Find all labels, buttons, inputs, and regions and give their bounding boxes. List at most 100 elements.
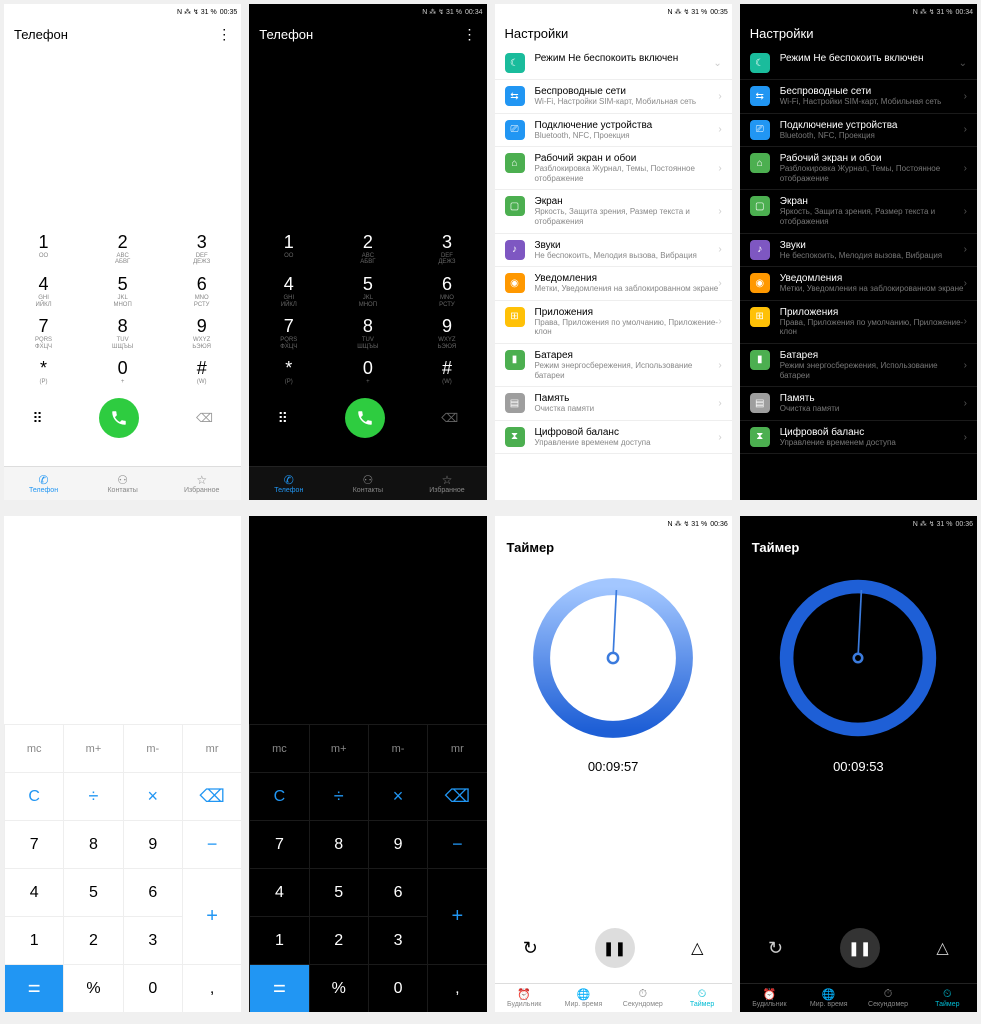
setting-row[interactable]: ⇆Беспроводные сетиWi-Fi, Настройки SIM-к… xyxy=(495,80,732,114)
tab-Будильник[interactable]: ⏰Будильник xyxy=(495,984,554,1012)
pause-button[interactable]: ❚❚ xyxy=(595,928,635,968)
key-1[interactable]: 1OO xyxy=(4,228,83,270)
tab-Контакты[interactable]: ⚇Контакты xyxy=(328,467,407,500)
calc-key-9[interactable]: 9 xyxy=(123,820,182,868)
calc-mr[interactable]: mr xyxy=(182,724,241,772)
calc-mr[interactable]: mr xyxy=(427,724,486,772)
calc-key-%[interactable]: % xyxy=(309,964,368,1012)
calc-key-+[interactable]: + xyxy=(427,868,486,964)
calc-key-0[interactable]: 0 xyxy=(123,964,182,1012)
calc-mc[interactable]: mc xyxy=(4,724,63,772)
tab-Мир. время[interactable]: 🌐Мир. время xyxy=(554,984,613,1012)
calc-key-9[interactable]: 9 xyxy=(368,820,427,868)
setting-row[interactable]: ⌂Рабочий экран и обоиРазблокировка Журна… xyxy=(495,147,732,190)
key-6[interactable]: 6MNOРСТУ xyxy=(162,270,241,312)
calc-key-3[interactable]: 3 xyxy=(368,916,427,964)
timer-dial[interactable] xyxy=(773,573,943,743)
key-#[interactable]: #(W) xyxy=(162,354,241,390)
calc-key-5[interactable]: 5 xyxy=(63,868,122,916)
call-button[interactable] xyxy=(345,398,385,438)
tab-Секундомер[interactable]: ⏱Секундомер xyxy=(858,984,917,1012)
backspace-icon[interactable]: ⌫ xyxy=(196,411,213,425)
calc-key-,[interactable]: , xyxy=(427,964,486,1012)
pause-button[interactable]: ❚❚ xyxy=(840,928,880,968)
tab-Избранное[interactable]: ☆Избранное xyxy=(407,467,486,500)
setting-row[interactable]: ▤ПамятьОчистка памяти› xyxy=(495,387,732,421)
key-1[interactable]: 1OO xyxy=(249,228,328,270)
menu-icon[interactable]: ⋮ xyxy=(463,26,477,43)
setting-row[interactable]: ⇆Беспроводные сетиWi-Fi, Настройки SIM-к… xyxy=(740,80,977,114)
calc-key-backspace[interactable]: ⌫ xyxy=(182,772,241,820)
key-3[interactable]: 3DEFДЕЖЗ xyxy=(162,228,241,270)
calc-key-2[interactable]: 2 xyxy=(309,916,368,964)
key-8[interactable]: 8TUVШЩЪЫ xyxy=(328,312,407,354)
tab-Телефон[interactable]: ✆Телефон xyxy=(249,467,328,500)
key-4[interactable]: 4GHIИЙКЛ xyxy=(4,270,83,312)
calc-key-4[interactable]: 4 xyxy=(249,868,308,916)
calc-key-2[interactable]: 2 xyxy=(63,916,122,964)
setting-row[interactable]: ⧗Цифровой балансУправление временем дост… xyxy=(740,421,977,455)
calc-key-5[interactable]: 5 xyxy=(309,868,368,916)
calc-key-÷[interactable]: ÷ xyxy=(63,772,122,820)
calc-m+[interactable]: m+ xyxy=(309,724,368,772)
key-*[interactable]: *(P) xyxy=(249,354,328,390)
calc-key-−[interactable]: − xyxy=(427,820,486,868)
calc-key-7[interactable]: 7 xyxy=(249,820,308,868)
tab-Таймер[interactable]: ⏲Таймер xyxy=(918,984,977,1012)
calc-key-0[interactable]: 0 xyxy=(368,964,427,1012)
setting-row[interactable]: ▢ЭкранЯркость, Защита зрения, Размер тек… xyxy=(495,190,732,233)
calc-key-4[interactable]: 4 xyxy=(4,868,63,916)
tab-Будильник[interactable]: ⏰Будильник xyxy=(740,984,799,1012)
menu-icon[interactable]: ⋮ xyxy=(217,26,231,43)
reset-button[interactable]: ↻ xyxy=(768,938,783,959)
setting-row[interactable]: ♪ЗвукиНе беспокоить, Мелодия вызова, Виб… xyxy=(495,234,732,268)
setting-row[interactable]: ⎚Подключение устройстваBluetooth, NFC, П… xyxy=(740,114,977,148)
alert-button[interactable]: △ xyxy=(691,938,703,958)
calc-key-8[interactable]: 8 xyxy=(63,820,122,868)
calc-key-6[interactable]: 6 xyxy=(123,868,182,916)
dnd-row[interactable]: ☾ Режим Не беспокоить включен ⌄ xyxy=(495,47,732,80)
setting-row[interactable]: ◉УведомленияМетки, Уведомления на заблок… xyxy=(495,267,732,301)
calc-key-+[interactable]: + xyxy=(182,868,241,964)
calc-key-C[interactable]: C xyxy=(249,772,308,820)
calc-m-[interactable]: m- xyxy=(368,724,427,772)
dialpad-hide-icon[interactable]: ⠿ xyxy=(278,410,288,427)
setting-row[interactable]: ⌂Рабочий экран и обоиРазблокировка Журна… xyxy=(740,147,977,190)
setting-row[interactable]: ⎚Подключение устройстваBluetooth, NFC, П… xyxy=(495,114,732,148)
calc-key-8[interactable]: 8 xyxy=(309,820,368,868)
dialpad-hide-icon[interactable]: ⠿ xyxy=(32,410,42,427)
calc-key-=[interactable]: = xyxy=(249,964,308,1012)
calc-key-−[interactable]: − xyxy=(182,820,241,868)
key-5[interactable]: 5JKLМНОП xyxy=(83,270,162,312)
key-5[interactable]: 5JKLМНОП xyxy=(328,270,407,312)
dnd-row[interactable]: ☾ Режим Не беспокоить включен ⌄ xyxy=(740,47,977,80)
key-#[interactable]: #(W) xyxy=(407,354,486,390)
key-9[interactable]: 9WXYZЬЭЮЯ xyxy=(407,312,486,354)
calc-key-3[interactable]: 3 xyxy=(123,916,182,964)
tab-Избранное[interactable]: ☆Избранное xyxy=(162,467,241,500)
calc-mc[interactable]: mc xyxy=(249,724,308,772)
backspace-icon[interactable]: ⌫ xyxy=(441,411,458,425)
key-4[interactable]: 4GHIИЙКЛ xyxy=(249,270,328,312)
tab-Секундомер[interactable]: ⏱Секундомер xyxy=(613,984,672,1012)
key-0[interactable]: 0+ xyxy=(83,354,162,390)
setting-row[interactable]: ⊞ПриложенияПрава, Приложения по умолчани… xyxy=(740,301,977,344)
setting-row[interactable]: ◉УведомленияМетки, Уведомления на заблок… xyxy=(740,267,977,301)
calc-key-7[interactable]: 7 xyxy=(4,820,63,868)
calc-key-=[interactable]: = xyxy=(4,964,63,1012)
alert-button[interactable]: △ xyxy=(936,938,948,958)
setting-row[interactable]: ▮БатареяРежим энергосбережения, Использо… xyxy=(495,344,732,387)
calc-key-backspace[interactable]: ⌫ xyxy=(427,772,486,820)
call-button[interactable] xyxy=(99,398,139,438)
calc-key-6[interactable]: 6 xyxy=(368,868,427,916)
calc-m+[interactable]: m+ xyxy=(63,724,122,772)
key-8[interactable]: 8TUVШЩЪЫ xyxy=(83,312,162,354)
setting-row[interactable]: ⧗Цифровой балансУправление временем дост… xyxy=(495,421,732,455)
calc-key-1[interactable]: 1 xyxy=(4,916,63,964)
key-7[interactable]: 7PQRSФХЦЧ xyxy=(249,312,328,354)
setting-row[interactable]: ▤ПамятьОчистка памяти› xyxy=(740,387,977,421)
key-6[interactable]: 6MNOРСТУ xyxy=(407,270,486,312)
calc-key-×[interactable]: × xyxy=(368,772,427,820)
key-0[interactable]: 0+ xyxy=(328,354,407,390)
setting-row[interactable]: ♪ЗвукиНе беспокоить, Мелодия вызова, Виб… xyxy=(740,234,977,268)
